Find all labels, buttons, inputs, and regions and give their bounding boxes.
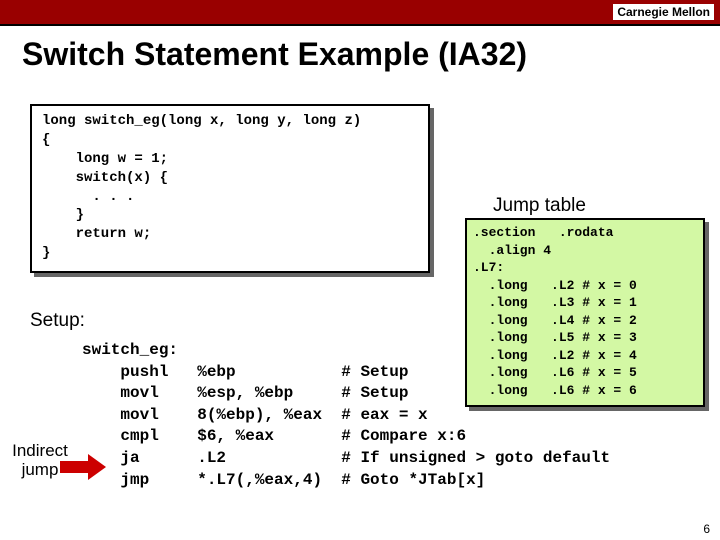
page-title: Switch Statement Example (IA32) <box>22 36 720 73</box>
page-number: 6 <box>703 522 710 536</box>
setup-label: Setup: <box>30 310 85 332</box>
arrow-icon <box>60 456 108 478</box>
org-label: Carnegie Mellon <box>613 4 714 20</box>
assembly-code: switch_eg: pushl %ebp # Setup movl %esp,… <box>82 340 610 491</box>
header-bar: Carnegie Mellon <box>0 0 720 26</box>
c-code-box: long switch_eg(long x, long y, long z) {… <box>30 104 430 273</box>
jump-table-caption: Jump table <box>493 195 586 217</box>
